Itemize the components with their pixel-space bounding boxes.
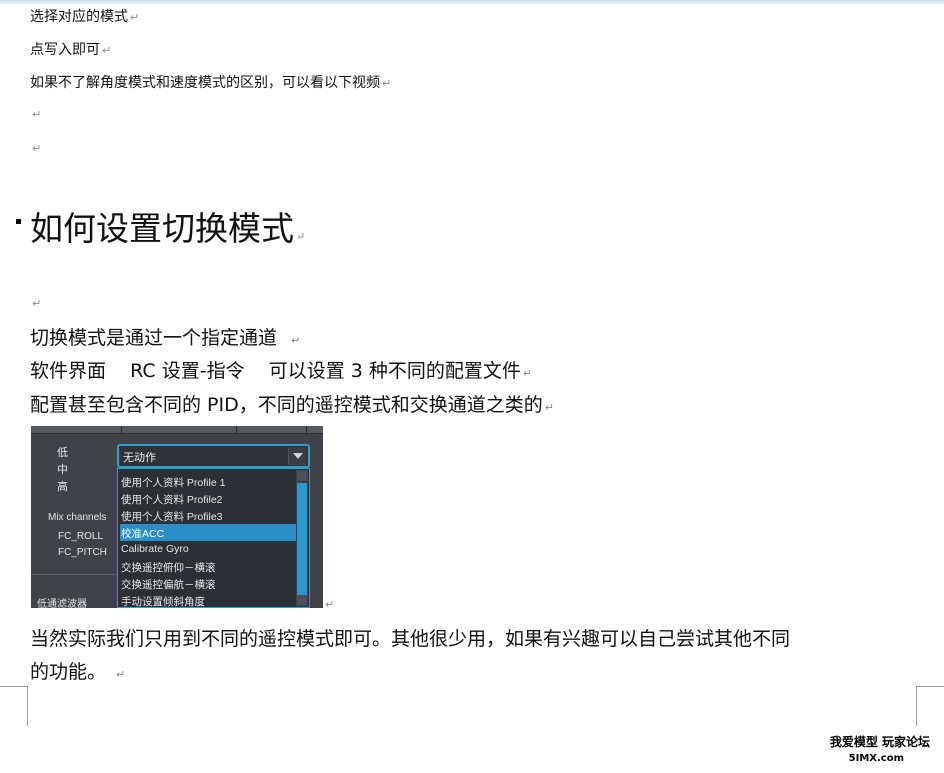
section-heading: 如何设置切换模式 ↵ bbox=[30, 209, 306, 248]
level-label-high: 高 bbox=[57, 481, 68, 493]
embedded-software-screenshot: 低 中 高 Mix channels FC_ROLL FC_PITCH 低通滤波… bbox=[31, 426, 323, 608]
page-margin-marker bbox=[916, 686, 944, 687]
lowpass-filter-label: 低通滤波器 bbox=[37, 599, 87, 608]
list-item: 交换遥控偏航－横滚 bbox=[121, 579, 216, 591]
page-margin-marker bbox=[26, 686, 28, 726]
list-item: 使用个人资料 Profile3 bbox=[121, 511, 223, 523]
body-line-2: 软件界面 RC 设置-指令 可以设置 3 种不同的配置文件 ↵ bbox=[30, 360, 533, 382]
scroll-down-icon bbox=[297, 595, 307, 605]
list-item-highlighted: 校准ACC bbox=[120, 524, 297, 541]
empty-paragraph: ↵ bbox=[32, 142, 42, 155]
scroll-up-icon bbox=[297, 471, 307, 481]
page-margin-marker bbox=[916, 686, 918, 726]
closing-line-2: 的功能。 ↵ bbox=[30, 661, 126, 683]
closing-line-1: 当然实际我们只用到不同的遥控模式即可。其他很少用，如果有兴趣可以自己尝试其他不同 bbox=[30, 628, 791, 650]
channel-fc-roll: FC_ROLL bbox=[58, 531, 104, 542]
heading-bullet bbox=[16, 219, 21, 224]
window-top-edge bbox=[0, 0, 944, 4]
screenshot-tab-strip bbox=[31, 426, 323, 434]
channel-fc-pitch: FC_PITCH bbox=[58, 547, 107, 558]
level-label-low: 低 bbox=[57, 447, 68, 459]
chevron-down-icon bbox=[288, 447, 306, 465]
intro-line-3: 如果不了解角度模式和速度模式的区别，可以看以下视频 ↵ bbox=[30, 75, 392, 91]
list-item: 使用个人资料 Profile 1 bbox=[121, 477, 226, 489]
body-line-3: 配置甚至包含不同的 PID，不同的遥控模式和交换通道之类的 ↵ bbox=[30, 394, 554, 416]
dropdown-selected-value: 无动作 bbox=[123, 452, 156, 464]
page-margin-marker bbox=[0, 686, 27, 687]
body-line-1: 切换模式是通过一个指定通道 ↵ bbox=[30, 327, 301, 349]
site-watermark: 我爱模型 玩家论坛 5IMX.com bbox=[829, 735, 930, 764]
list-item: 交换遥控俯仰－横滚 bbox=[121, 562, 216, 574]
panel-divider bbox=[31, 574, 117, 575]
action-dropdown: 无动作 bbox=[117, 444, 310, 468]
intro-line-2: 点写入即可 ↵ bbox=[30, 42, 112, 58]
level-label-mid: 中 bbox=[57, 464, 68, 476]
list-scrollbar-thumb bbox=[297, 483, 307, 603]
intro-line-1: 选择对应的模式 ↵ bbox=[30, 9, 140, 25]
list-item: Calibrate Gyro bbox=[121, 543, 189, 555]
list-item: 使用个人资料 Profile2 bbox=[121, 494, 223, 506]
empty-paragraph: ↵ bbox=[32, 108, 42, 121]
dropdown-options-list: 使用个人资料 Profile 1 使用个人资料 Profile2 使用个人资料 … bbox=[117, 468, 310, 608]
empty-paragraph: ↵ bbox=[32, 297, 42, 310]
image-paragraph-mark: ↵ bbox=[325, 598, 335, 611]
mix-channels-label: Mix channels bbox=[48, 512, 107, 523]
list-item: 手动设置倾斜角度 bbox=[121, 596, 205, 608]
